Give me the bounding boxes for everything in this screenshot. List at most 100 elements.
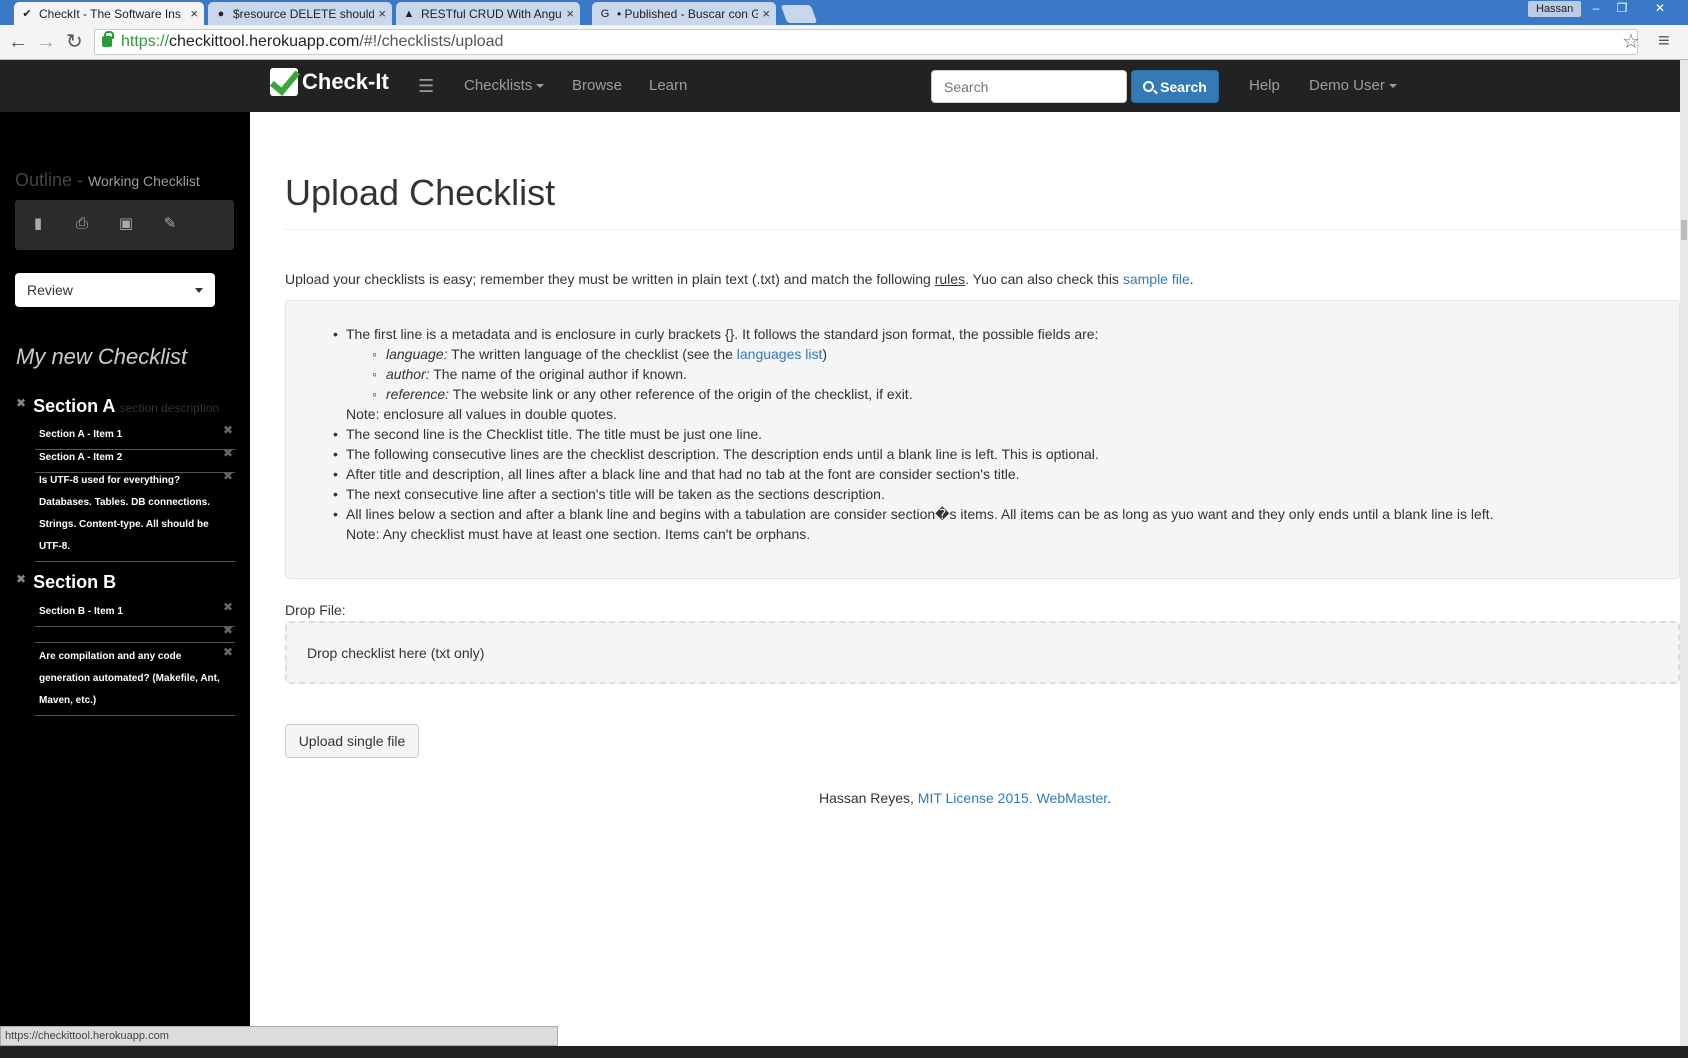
github-icon: ● [217, 7, 225, 20]
nav-user-dropdown[interactable]: Demo User [1309, 77, 1397, 94]
checklist-item[interactable]: ✖ [35, 621, 235, 643]
close-tab-icon[interactable]: × [566, 6, 574, 21]
brand-logo[interactable]: Check-It [270, 68, 389, 96]
new-file-icon[interactable]: ▮ [29, 215, 47, 233]
remove-section-icon[interactable]: ✖ [16, 396, 26, 410]
rule-note: Note: Any checklist must have at least o… [346, 526, 811, 542]
section-description: section description [119, 401, 220, 415]
sample-file-link[interactable]: sample file [1123, 271, 1190, 287]
item-text: Section A - Item 2 [39, 452, 123, 463]
main-content: Upload Checklist Upload your checklists … [250, 112, 1680, 1058]
intro-text: . Yuo can also check this [965, 271, 1123, 287]
tab-title: RESTful CRUD With Angul [421, 6, 563, 21]
outline-subtitle: Working Checklist [88, 173, 200, 189]
scrollbar-thumb[interactable] [1681, 220, 1687, 240]
field-text: ) [822, 346, 828, 362]
page-title: Upload Checklist [285, 172, 556, 213]
bookmark-star-icon[interactable]: ☆ [1622, 29, 1640, 54]
page-footer: Hassan Reyes, MIT License 2015. WebMaste… [250, 790, 1645, 806]
webmaster-link[interactable]: WebMaster [1037, 790, 1108, 806]
remove-item-icon[interactable]: ✖ [223, 465, 233, 487]
search-button[interactable]: Search [1131, 70, 1219, 103]
rules-link[interactable]: rules [935, 271, 965, 287]
close-tab-icon[interactable]: × [762, 6, 770, 21]
rule-item: All lines below a section and after a bl… [333, 504, 1493, 524]
minimize-icon[interactable]: – [1582, 0, 1610, 17]
license-link[interactable]: MIT License 2015. [918, 790, 1033, 806]
caret-down-icon [1388, 84, 1397, 89]
rule-item: The following consecutive lines are the … [333, 444, 1493, 464]
outline-label: Outline - [15, 170, 84, 190]
nav-learn[interactable]: Learn [649, 77, 687, 94]
save-icon[interactable]: ▣ [117, 215, 135, 233]
tab-title: • Published - Buscar con G [617, 6, 759, 21]
nav-user-label: Demo User [1309, 77, 1385, 94]
tab-title: $resource DELETE should [233, 6, 375, 21]
article-icon: ▲ [403, 7, 415, 20]
review-mode-select[interactable]: Review [15, 273, 215, 307]
search-icon [1143, 81, 1155, 92]
list-icon[interactable]: ☰ [418, 76, 434, 97]
page-scrollbar[interactable] [1680, 60, 1688, 1048]
remove-item-icon[interactable]: ✖ [223, 596, 233, 618]
nav-help[interactable]: Help [1249, 77, 1280, 94]
field-text: The website link or any other reference … [449, 386, 913, 402]
item-text: Section B - Item 1 [39, 606, 123, 617]
rule-field: language: The written language of the ch… [346, 344, 1493, 364]
rule-item: The second line is the Checklist title. … [333, 424, 1493, 444]
outline-toolbar: ▮ ⎙ ▣ ✎ [15, 200, 234, 250]
browser-tab-google[interactable]: G • Published - Buscar con G × [592, 2, 776, 25]
browser-toolbar: ← → ↻ https://checkittool.herokuapp.com/… [0, 25, 1688, 60]
checklist-item[interactable]: Is UTF-8 used for everything? Databases.… [35, 467, 235, 562]
search-input[interactable] [931, 70, 1127, 103]
checklist-item[interactable]: Are compilation and any code generation … [35, 643, 235, 716]
rule-field: author: The name of the original author … [346, 364, 1493, 384]
drop-zone-text: Drop checklist here (txt only) [307, 645, 485, 661]
remove-item-icon[interactable]: ✖ [223, 641, 233, 663]
field-name: language: [386, 346, 448, 362]
browser-tab-checkit[interactable]: ✔ CheckIt - The Software Ins × [14, 2, 204, 25]
remove-section-icon[interactable]: ✖ [16, 572, 26, 586]
nav-checklists-label: Checklists [464, 77, 533, 94]
chrome-menu-icon[interactable]: ≡ [1658, 30, 1670, 53]
intro-text: Upload your checklists is easy; remember… [285, 271, 935, 287]
rule-item: The next consecutive line after a sectio… [333, 484, 1493, 504]
section-heading[interactable]: ✖ Section A section description [16, 396, 219, 417]
field-name: author: [386, 366, 430, 382]
close-tab-icon[interactable]: × [190, 6, 198, 21]
outline-title: Outline - Working Checklist [15, 170, 200, 191]
address-bar[interactable]: https://checkittool.herokuapp.com/#!/che… [94, 29, 1638, 55]
tab-title: CheckIt - The Software Ins [39, 6, 181, 21]
file-drop-zone[interactable]: Drop checklist here (txt only) [285, 621, 1680, 684]
item-text: Are compilation and any code generation … [39, 651, 220, 706]
languages-list-link[interactable]: languages list [737, 346, 823, 362]
checkmark-logo-icon [270, 68, 298, 96]
remove-item-icon[interactable]: ✖ [223, 419, 233, 441]
upload-single-file-button[interactable]: Upload single file [285, 724, 419, 758]
rule-note: Note: enclosure all values in double quo… [346, 406, 617, 422]
nav-browse[interactable]: Browse [572, 77, 622, 94]
url-path: /#!/checklists/upload [359, 33, 504, 50]
profile-button[interactable]: Hassan [1528, 1, 1582, 17]
browser-tab-resource[interactable]: ● $resource DELETE should × [208, 2, 392, 25]
print-icon[interactable]: ⎙ [73, 215, 91, 233]
remove-item-icon[interactable]: ✖ [223, 442, 233, 464]
outline-sidebar: Outline - Working Checklist ▮ ⎙ ▣ ✎ Revi… [0, 112, 250, 1058]
nav-checklists-dropdown[interactable]: Checklists [464, 77, 545, 94]
forward-icon[interactable]: → [36, 31, 56, 53]
close-tab-icon[interactable]: × [378, 6, 386, 21]
site-navbar: Check-It ☰ Checklists Browse Learn Searc… [0, 60, 1680, 112]
close-window-icon[interactable]: ✕ [1640, 0, 1680, 17]
caret-down-icon [536, 84, 545, 89]
restore-icon[interactable]: ❐ [1608, 0, 1636, 17]
browser-tab-restful[interactable]: ▲ RESTful CRUD With Angul × [396, 2, 580, 25]
intro-text: . [1189, 271, 1194, 287]
back-icon[interactable]: ← [8, 31, 28, 53]
reload-icon[interactable]: ↻ [66, 31, 83, 53]
remove-item-icon[interactable]: ✖ [223, 619, 233, 641]
section-heading[interactable]: ✖ Section B [16, 572, 116, 593]
footer-author: Hassan Reyes, [818, 790, 918, 806]
drop-file-label: Drop File: [285, 602, 346, 618]
new-tab-button[interactable] [780, 5, 818, 23]
edit-pencil-icon[interactable]: ✎ [161, 215, 179, 233]
